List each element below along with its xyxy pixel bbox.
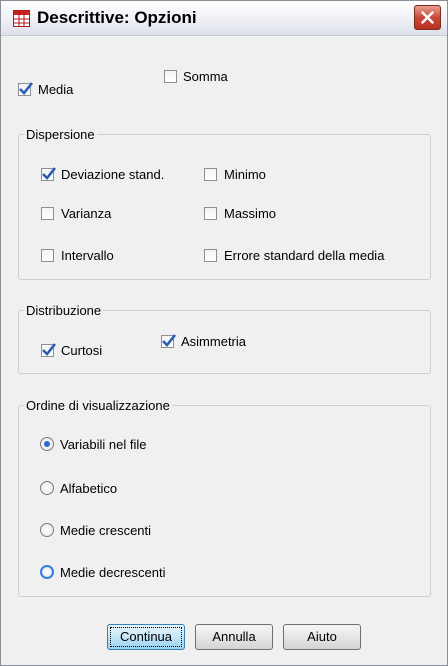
checkmark-icon (19, 82, 34, 95)
dialog-window: Descrittive: Opzioni Media Somma Dispers… (0, 0, 448, 666)
checkbox-label: Somma (183, 69, 228, 84)
checkbox-label: Massimo (224, 206, 277, 221)
checkbox-box[interactable] (164, 70, 177, 83)
checkbox-box[interactable] (161, 334, 177, 348)
checkmark-icon (162, 334, 177, 347)
close-button[interactable] (414, 5, 441, 30)
radio-button[interactable] (40, 481, 54, 495)
checkbox-label: Curtosi (61, 343, 103, 358)
checkbox-box[interactable] (41, 207, 54, 220)
group-title: Distribuzione (24, 303, 104, 318)
cancel-button[interactable]: Annulla (195, 624, 273, 650)
dialog-title: Descrittive: Opzioni (37, 8, 197, 27)
group-title: Dispersione (24, 127, 97, 142)
group-title: Ordine di visualizzazione (24, 398, 172, 413)
button-label: Annulla (212, 629, 256, 644)
radio-button[interactable] (40, 523, 54, 537)
radio-label: Medie decrescenti (60, 565, 166, 580)
checkbox-label: Intervallo (61, 248, 114, 263)
checkbox-box[interactable] (204, 168, 217, 181)
checkbox-box[interactable] (41, 343, 57, 357)
checkbox-label: Media (38, 82, 74, 97)
checkbox-label: Asimmetria (181, 334, 247, 349)
checkbox-box[interactable] (204, 249, 217, 262)
checkbox-label: Errore standard della media (224, 248, 385, 263)
checkmark-icon (42, 343, 57, 356)
radio-label: Medie crescenti (60, 523, 152, 538)
checkbox-box[interactable] (204, 207, 217, 220)
checkbox-label: Varianza (61, 206, 112, 221)
checkbox-box[interactable] (41, 249, 54, 262)
radio-button[interactable] (40, 437, 54, 451)
checkbox-label: Minimo (224, 167, 266, 182)
radio-button[interactable] (40, 565, 54, 579)
close-icon (421, 11, 434, 24)
checkmark-icon (42, 167, 57, 180)
radio-label: Alfabetico (60, 481, 118, 496)
button-label: Continua (119, 629, 173, 644)
radio-selected-dot (44, 441, 50, 447)
title-bar[interactable]: Descrittive: Opzioni (1, 1, 447, 36)
help-button[interactable]: Aiuto (283, 624, 361, 650)
checkbox-label: Deviazione stand. (61, 167, 165, 182)
button-label: Aiuto (307, 629, 337, 644)
continue-button[interactable]: Continua (107, 624, 185, 650)
table-app-icon (13, 10, 30, 27)
checkbox-box[interactable] (18, 82, 34, 96)
checkbox-box[interactable] (41, 167, 57, 181)
radio-label: Variabili nel file (60, 437, 147, 452)
